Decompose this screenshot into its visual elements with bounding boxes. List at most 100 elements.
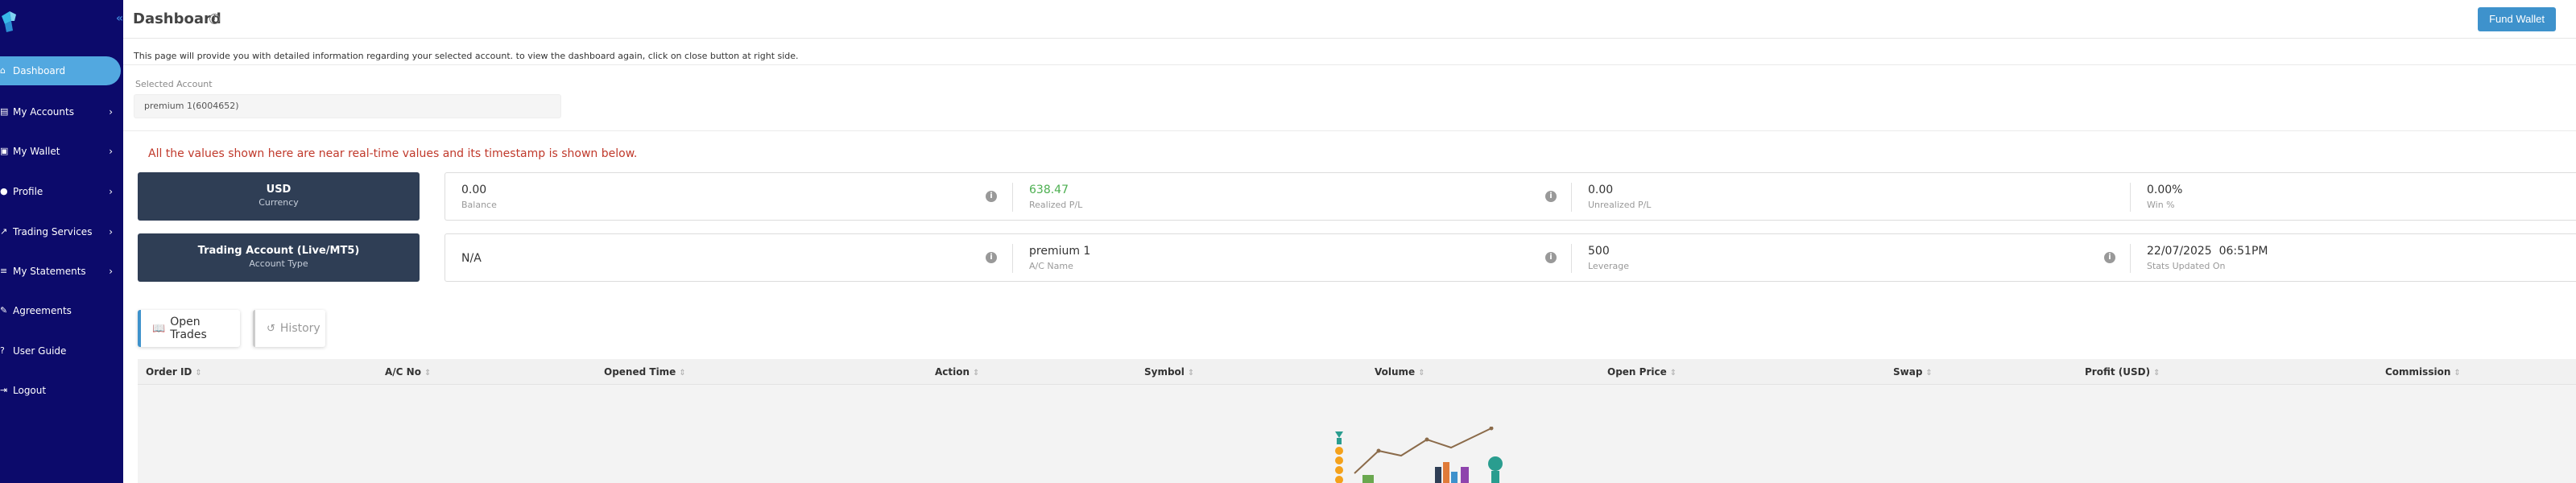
tab-label: History: [279, 322, 320, 335]
account-type-label: Account Type: [249, 258, 308, 269]
info-icon[interactable]: i: [986, 252, 997, 263]
stat-value: 0.00: [461, 184, 487, 196]
sidebar-item-label: My Accounts: [13, 106, 74, 118]
sidebar-item-label: User Guide: [13, 345, 67, 357]
sidebar-item-label: Dashboard: [13, 65, 66, 76]
fund-wallet-button[interactable]: Fund Wallet: [2478, 7, 2556, 31]
top-header: [123, 0, 2576, 39]
brand-logo-icon: [2, 11, 16, 32]
sort-icon: ⇕: [2153, 369, 2160, 378]
stat-value: 0.00%: [2147, 184, 2183, 196]
chevron-right-icon: ›: [109, 146, 113, 157]
page-description: This page will provide you with detailed…: [134, 51, 799, 61]
account-type-card: Trading Account (Live/MT5) Account Type: [138, 233, 420, 282]
sort-icon: ⇕: [679, 369, 686, 378]
chart-icon: ↗: [0, 226, 8, 237]
stat-balance: 0.00 Balance i: [445, 173, 1003, 220]
column-header-action[interactable]: Action ⇕: [935, 366, 979, 378]
profile-icon: ●: [0, 186, 8, 196]
agreements-icon: ✎: [0, 305, 8, 316]
stat-unrealized-pl: 0.00 Unrealized P/L: [1572, 173, 2130, 220]
page-title: Dashboard: [133, 10, 221, 27]
stat-label: Realized P/L: [1029, 200, 1083, 210]
stat-na: N/A i: [445, 234, 1003, 281]
column-header-swap[interactable]: Swap ⇕: [1893, 366, 1933, 378]
stat-value: 500: [1588, 245, 1610, 258]
chevron-right-icon: ›: [109, 226, 113, 237]
column-header-profit[interactable]: Profit (USD) ⇕: [2085, 366, 2160, 378]
sort-icon: ⇕: [973, 369, 980, 378]
sidebar: ⌂ Dashboard ▤ My Accounts › ▣ My Wallet …: [0, 0, 123, 483]
stat-label: Leverage: [1588, 261, 1629, 271]
wallet-icon: ▣: [0, 146, 8, 156]
selected-account-select[interactable]: premium 1(6004652): [134, 94, 561, 118]
column-header-commission[interactable]: Commission ⇕: [2385, 366, 2461, 378]
chevron-right-icon: ›: [109, 106, 113, 118]
column-header-volume[interactable]: Volume ⇕: [1375, 366, 1425, 378]
selected-account-label: Selected Account: [135, 79, 213, 89]
sort-icon: ⇕: [424, 369, 432, 378]
stat-label: A/C Name: [1029, 261, 1073, 271]
chevron-right-icon: ›: [109, 186, 113, 197]
stat-value: N/A: [461, 252, 482, 265]
sidebar-item-profile[interactable]: ● Profile ›: [0, 177, 121, 206]
accounts-icon: ▤: [0, 106, 8, 117]
stats-row-account: N/A i premium 1 A/C Name i 500 Leverage …: [444, 233, 2576, 282]
sidebar-item-dashboard[interactable]: ⌂ Dashboard: [0, 56, 121, 85]
column-header-ac-no[interactable]: A/C No ⇕: [385, 366, 431, 378]
stat-label: Balance: [461, 200, 497, 210]
chevron-right-icon: ›: [109, 266, 113, 277]
sidebar-item-label: My Statements: [13, 266, 86, 277]
account-type-value: Trading Account (Live/MT5): [197, 245, 360, 257]
logout-icon: ⇥: [0, 385, 8, 395]
info-icon[interactable]: i: [2104, 252, 2115, 263]
column-header-order-id[interactable]: Order ID ⇕: [146, 366, 202, 378]
sort-icon: ⇕: [1669, 369, 1677, 378]
column-header-open-price[interactable]: Open Price ⇕: [1607, 366, 1677, 378]
sidebar-item-agreements[interactable]: ✎ Agreements: [0, 296, 121, 325]
divider: [123, 64, 2576, 65]
sidebar-item-user-guide[interactable]: ? User Guide: [0, 336, 121, 365]
info-icon[interactable]: i: [986, 191, 997, 202]
stats-row-balance: 0.00 Balance i 638.47 Realized P/L i 0.0…: [444, 172, 2576, 221]
stat-realized-pl: 638.47 Realized P/L i: [1013, 173, 1571, 220]
currency-label: Currency: [258, 197, 299, 208]
sidebar-item-label: Agreements: [13, 305, 72, 316]
sort-icon: ⇕: [195, 369, 202, 378]
sidebar-item-label: My Wallet: [13, 146, 60, 157]
column-header-opened-time[interactable]: Opened Time ⇕: [604, 366, 686, 378]
stat-value: 0.00: [1588, 184, 1614, 196]
sidebar-item-label: Trading Services: [13, 226, 93, 237]
column-header-symbol[interactable]: Symbol ⇕: [1144, 366, 1194, 378]
sidebar-item-trading-services[interactable]: ↗ Trading Services ›: [0, 217, 121, 246]
sort-icon: ⇕: [1418, 369, 1425, 378]
sidebar-item-label: Logout: [13, 385, 47, 396]
book-icon: 📖: [152, 322, 166, 335]
stat-value: 22/07/2025 06:51PM: [2147, 245, 2268, 258]
stat-account-name: premium 1 A/C Name i: [1013, 234, 1571, 281]
stat-label: Win %: [2147, 200, 2175, 210]
stat-value: 638.47: [1029, 184, 1069, 196]
info-icon[interactable]: i: [1545, 252, 1557, 263]
tab-label: Open Trades: [170, 316, 207, 341]
history-icon: ↺: [267, 322, 275, 335]
sidebar-item-my-accounts[interactable]: ▤ My Accounts ›: [0, 97, 121, 126]
stat-label: Unrealized P/L: [1588, 200, 1652, 210]
stat-updated-on: 22/07/2025 06:51PM Stats Updated On: [2131, 234, 2574, 281]
info-icon[interactable]: i: [1545, 191, 1557, 202]
tab-open-trades[interactable]: 📖 Open Trades: [138, 310, 240, 347]
collapse-sidebar-icon[interactable]: «: [116, 12, 129, 25]
sidebar-item-logout[interactable]: ⇥ Logout: [0, 376, 121, 405]
currency-value: USD: [266, 184, 292, 196]
statements-icon: ≡: [0, 266, 8, 276]
tab-history[interactable]: ↺ History: [253, 310, 325, 347]
sort-icon: ⇕: [1187, 369, 1195, 378]
home-icon: ⌂: [0, 65, 6, 76]
sidebar-item-my-statements[interactable]: ≡ My Statements ›: [0, 257, 121, 286]
guide-icon: ?: [0, 345, 5, 356]
stat-label: Stats Updated On: [2147, 261, 2226, 271]
info-icon[interactable]: i: [209, 14, 220, 24]
sort-icon: ⇕: [1925, 369, 1933, 378]
realtime-notice: All the values shown here are near real-…: [148, 147, 638, 160]
sidebar-item-my-wallet[interactable]: ▣ My Wallet ›: [0, 137, 121, 166]
